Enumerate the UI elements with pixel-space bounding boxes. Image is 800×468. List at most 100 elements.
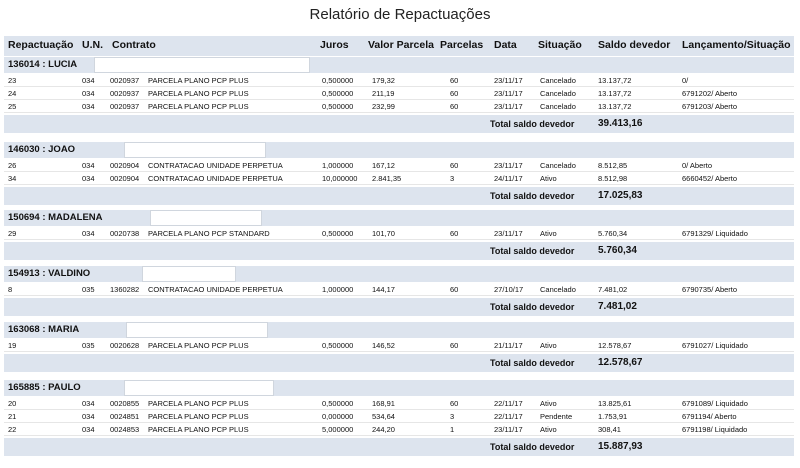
table-cell: 24/11/17 — [494, 174, 523, 183]
table-cell: PARCELA PLANO PCP STANDARD — [148, 229, 270, 238]
table-cell: 0020937 — [110, 76, 140, 85]
table-cell: 211,19 — [372, 89, 395, 98]
redacted-name-box — [126, 322, 268, 338]
total-label: Total saldo devedor — [490, 246, 575, 256]
table-cell: 60 — [450, 161, 459, 170]
table-cell: 13.137,72 — [598, 76, 632, 85]
table-cell: 034 — [82, 89, 95, 98]
table-cell: 0024853 — [110, 425, 140, 434]
redacted-name-box — [142, 266, 236, 282]
table-cell: Cancelado — [540, 102, 576, 111]
table-cell: 308,41 — [598, 425, 621, 434]
table-cell: 23/11/17 — [494, 161, 523, 170]
total-value: 15.887,93 — [598, 441, 643, 452]
table-cell: 0020855 — [110, 399, 140, 408]
total-label: Total saldo devedor — [490, 191, 575, 201]
table-cell: 22/11/17 — [494, 412, 523, 421]
table-cell: 167,12 — [372, 161, 395, 170]
total-value: 5.760,34 — [598, 245, 637, 256]
table-cell: PARCELA PLANO PCP PLUS — [148, 76, 249, 85]
group-total-row: Total saldo devedor 5.760,34 — [4, 242, 794, 260]
table-cell: 034 — [82, 161, 95, 170]
table-cell: 21/11/17 — [494, 341, 523, 350]
table-row: 19 035 0020628 PARCELA PLANO PCP PLUS 0,5000… — [4, 339, 794, 352]
redacted-name-box — [150, 210, 262, 226]
table-cell: Cancelado — [540, 76, 576, 85]
table-cell: 6660452/ Aberto — [682, 174, 738, 183]
table-cell: 0024851 — [110, 412, 140, 421]
table-cell: 0020628 — [110, 341, 140, 350]
table-cell: 22 — [8, 425, 17, 434]
table-cell: Cancelado — [540, 89, 576, 98]
table-row: 8 035 1360282 CONTRATACAO UNIDADE PERPETUA 1… — [4, 283, 794, 296]
table-cell: CONTRATACAO UNIDADE PERPETUA — [148, 174, 283, 183]
table-cell: 5.760,34 — [598, 229, 628, 238]
table-cell: 23/11/17 — [494, 229, 523, 238]
table-cell: 034 — [82, 174, 95, 183]
table-cell: 0020738 — [110, 229, 140, 238]
table-row: 22 034 0024853 PARCELA PLANO PCP PLUS 5,0000… — [4, 423, 794, 436]
table-cell: 21 — [8, 412, 17, 421]
total-value: 39.413,16 — [598, 118, 643, 129]
table-cell: Ativo — [540, 229, 557, 238]
group-header: 136014 : LUCIA — [4, 57, 794, 73]
table-cell: 8 — [8, 285, 13, 294]
group-total-row: Total saldo devedor 39.413,16 — [4, 115, 794, 133]
total-label: Total saldo devedor — [490, 442, 575, 452]
report-body: 136014 : LUCIA 23 034 0020937 PARCELA PLANO … — [0, 0, 800, 468]
table-cell: 0,500000 — [322, 102, 354, 111]
table-cell: 6791198/ Liquidado — [682, 425, 748, 434]
table-cell: 0020937 — [110, 89, 140, 98]
table-cell: 6791329/ Liquidado — [682, 229, 748, 238]
table-cell: 23/11/17 — [494, 425, 523, 434]
table-cell: 23/11/17 — [494, 89, 523, 98]
table-cell: 60 — [450, 89, 459, 98]
table-cell: 23 — [8, 76, 17, 85]
table-row: 29 034 0020738 PARCELA PLANO PCP STANDARD 0,… — [4, 227, 794, 240]
table-cell: 60 — [450, 399, 459, 408]
table-cell: Cancelado — [540, 161, 576, 170]
table-cell: 10,000000 — [322, 174, 358, 183]
table-cell: 0,500000 — [322, 229, 354, 238]
total-label: Total saldo devedor — [490, 358, 575, 368]
table-cell: PARCELA PLANO PCP PLUS — [148, 102, 249, 111]
table-cell: 168,91 — [372, 399, 395, 408]
table-cell: 034 — [82, 399, 95, 408]
table-cell: 29 — [8, 229, 17, 238]
table-row: 24 034 0020937 PARCELA PLANO PCP PLUS 0,5000… — [4, 87, 794, 100]
table-cell: 60 — [450, 76, 459, 85]
table-cell: 20 — [8, 399, 17, 408]
table-cell: 0/ — [682, 76, 689, 85]
table-cell: 0020904 — [110, 161, 140, 170]
group-total-row: Total saldo devedor 7.481,02 — [4, 298, 794, 316]
table-cell: 179,32 — [372, 76, 395, 85]
table-row: 20 034 0020855 PARCELA PLANO PCP PLUS 0,5000… — [4, 397, 794, 410]
table-cell: 0020904 — [110, 174, 140, 183]
table-cell: 27/10/17 — [494, 285, 524, 294]
table-cell: 19 — [8, 341, 17, 350]
table-cell: 034 — [82, 425, 95, 434]
total-value: 17.025,83 — [598, 190, 643, 201]
table-cell: 60 — [450, 285, 459, 294]
table-cell: 0020937 — [110, 102, 140, 111]
table-cell: 0,500000 — [322, 341, 354, 350]
table-cell: 534,64 — [372, 412, 395, 421]
total-label: Total saldo devedor — [490, 119, 575, 129]
table-cell: 6791194/ Aberto — [682, 412, 737, 421]
total-value: 7.481,02 — [598, 301, 637, 312]
table-cell: 146,52 — [372, 341, 395, 350]
table-cell: 26 — [8, 161, 17, 170]
group-label: 136014 : LUCIA — [8, 59, 78, 70]
group-label: 150694 : MADALENA — [8, 212, 103, 223]
group-header: 163068 : MARIA — [4, 322, 794, 338]
table-cell: 0,500000 — [322, 76, 354, 85]
table-cell: 0,500000 — [322, 89, 354, 98]
table-cell: 22/11/17 — [494, 399, 523, 408]
table-cell: PARCELA PLANO PCP PLUS — [148, 89, 249, 98]
group-total-row: Total saldo devedor 15.887,93 — [4, 438, 794, 456]
group-total-row: Total saldo devedor 12.578,67 — [4, 354, 794, 372]
table-cell: 5,000000 — [322, 425, 354, 434]
table-cell: CONTRATACAO UNIDADE PERPETUA — [148, 161, 283, 170]
table-row: 23 034 0020937 PARCELA PLANO PCP PLUS 0,5000… — [4, 74, 794, 87]
table-cell: Ativo — [540, 399, 557, 408]
